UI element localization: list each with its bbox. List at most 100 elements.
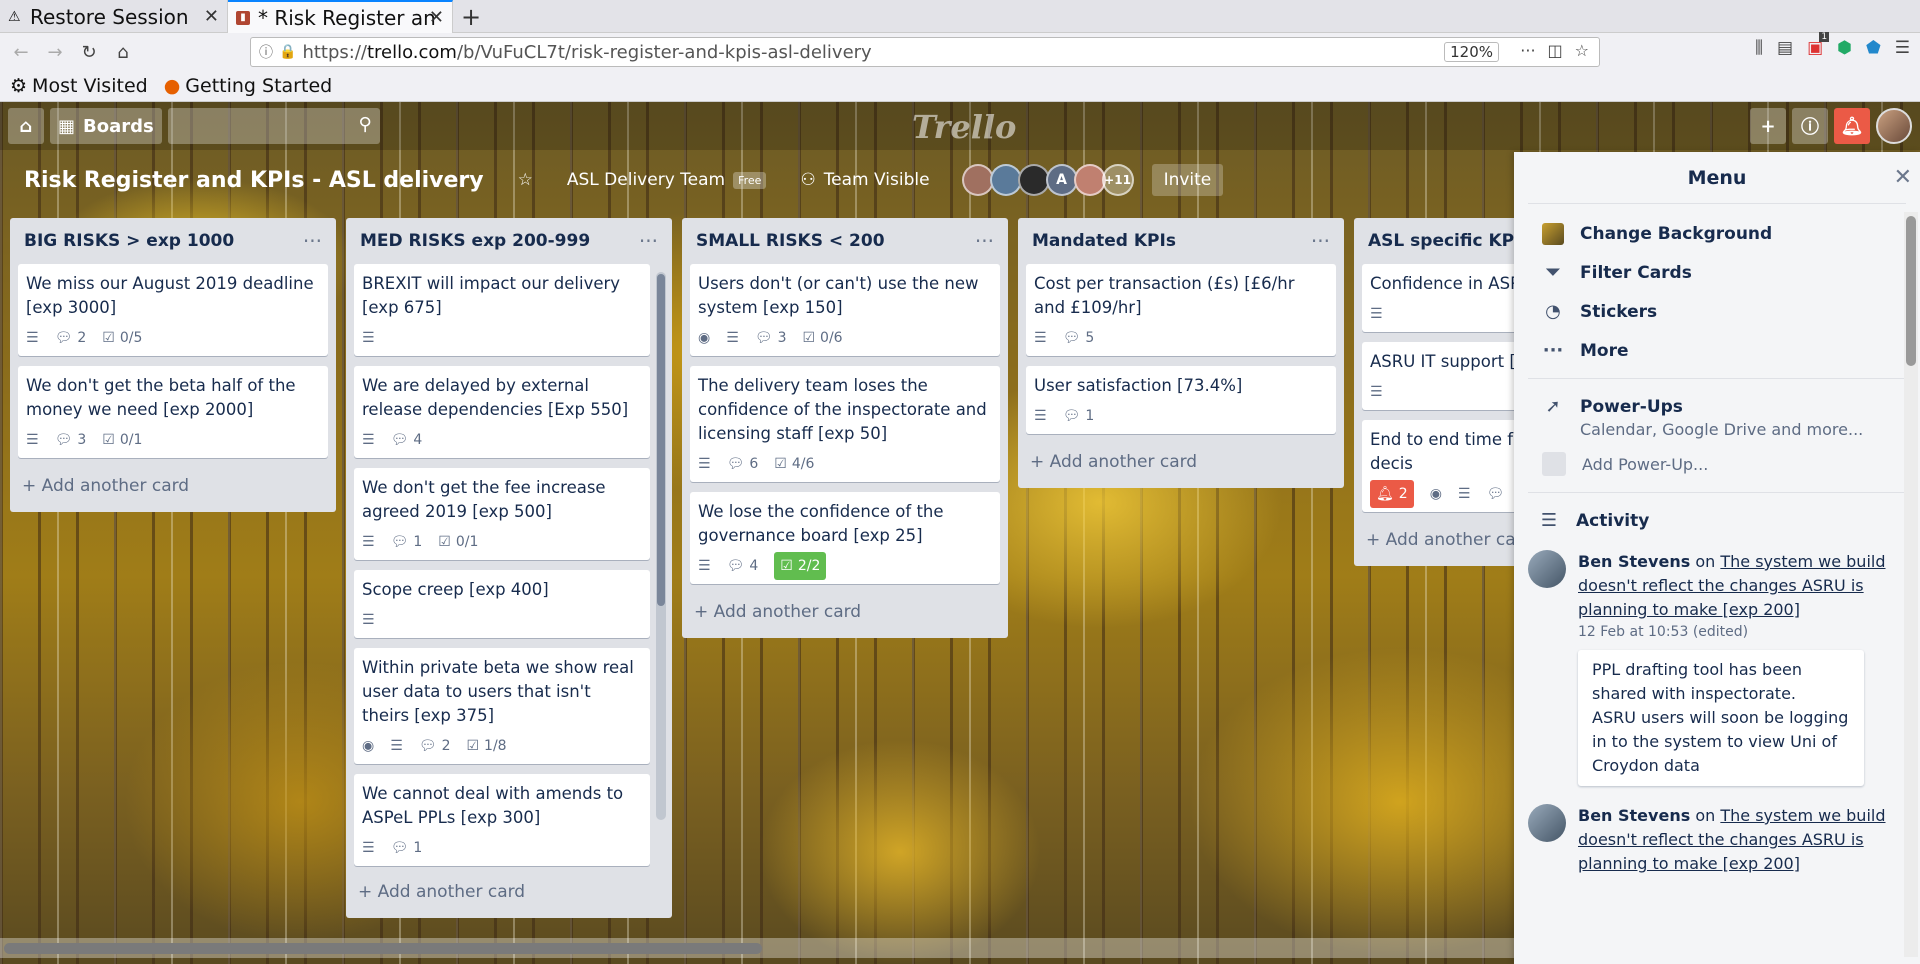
board-title[interactable]: Risk Register and KPIs - ASL delivery [12, 162, 496, 199]
extension-icon[interactable]: ▣ 1 [1807, 32, 1830, 58]
menu-more[interactable]: ··· More [1514, 331, 1920, 370]
list-menu-icon[interactable]: ··· [1311, 229, 1330, 253]
library-icon[interactable]: ⫼ [1755, 38, 1763, 58]
menu-scrollbar[interactable] [1904, 212, 1918, 957]
list-title[interactable]: BIG RISKS > exp 1000 [24, 231, 234, 251]
list-title[interactable]: ASL specific KPIs [1368, 231, 1531, 251]
zoom-indicator[interactable]: 120% [1444, 42, 1499, 62]
avatar[interactable] [1528, 804, 1566, 842]
menu-change-background[interactable]: Change Background [1514, 214, 1920, 253]
close-tab-icon[interactable]: ✕ [429, 7, 444, 28]
reload-button[interactable]: ↻ [74, 37, 104, 67]
card[interactable]: We don't get the beta half of the money … [18, 366, 328, 458]
boards-label: Boards [83, 115, 154, 137]
add-card-button[interactable]: + Add another card [18, 468, 328, 504]
avatar[interactable] [961, 164, 994, 196]
activity-header: ☰ Activity [1514, 501, 1920, 540]
add-card-label: Add another card [377, 882, 526, 902]
card[interactable]: We cannot deal with amends to ASPeL PPLs… [354, 774, 650, 866]
visibility-button[interactable]: ⚇ Team Visible [788, 164, 941, 196]
new-tab-button[interactable]: + [453, 0, 489, 33]
tab-risk-register[interactable]: ▮ * Risk Register an ✕ [228, 0, 453, 33]
star-button[interactable]: ☆ [506, 164, 545, 196]
list-menu-icon[interactable]: ··· [303, 229, 322, 253]
comment-count: 2 [77, 330, 87, 346]
bookmark-getting-started[interactable]: ● Getting Started [164, 75, 333, 97]
list-title[interactable]: MED RISKS exp 200-999 [360, 231, 590, 251]
avatar[interactable] [1876, 108, 1912, 144]
boards-icon: ▦ [58, 115, 76, 137]
avatar[interactable] [1017, 164, 1050, 196]
comments-badge: 💬︎ 4 [391, 428, 423, 452]
forward-button[interactable]: → [40, 37, 70, 67]
checklist-count: 0/6 [820, 330, 843, 346]
notifications-button[interactable]: 🔔︎ [1834, 108, 1870, 144]
extension-3-icon[interactable]: ⬟ [1866, 38, 1881, 58]
scrollbar-thumb[interactable] [657, 274, 665, 606]
url-bar[interactable]: ⓘ 🔒 https://trello.com/b/VuFuCL7t/risk-r… [250, 37, 1600, 67]
more-members[interactable]: +11 [1101, 164, 1134, 196]
description-icon: ☰ [362, 330, 375, 346]
list-cards: BREXIT will impact our delivery [exp 675… [354, 264, 650, 874]
avatar[interactable] [989, 164, 1022, 196]
list-menu-icon[interactable]: ··· [975, 229, 994, 253]
add-card-button[interactable]: + Add another card [690, 594, 1000, 630]
list-scrollbar[interactable] [656, 272, 666, 820]
description-icon: ☰ [726, 330, 739, 346]
scrollbar-thumb[interactable] [4, 943, 762, 954]
card[interactable]: We lose the confidence of the governance… [690, 492, 1000, 584]
menu-filter-cards[interactable]: ⏷ Filter Cards [1514, 253, 1920, 292]
team-button[interactable]: ASL Delivery Team Free [555, 164, 779, 196]
close-tab-icon[interactable]: ✕ [204, 6, 219, 27]
add-card-button[interactable]: + Add another card [354, 874, 650, 910]
card[interactable]: We miss our August 2019 deadline [exp 30… [18, 264, 328, 356]
board-horizontal-scrollbar[interactable] [0, 938, 1514, 958]
info-icon[interactable]: ⓘ [259, 42, 273, 62]
avatar[interactable] [1528, 550, 1566, 588]
card[interactable]: User satisfaction [73.4%] ☰ 💬︎ 1 [1026, 366, 1336, 434]
sidebar-icon[interactable]: ▤ [1777, 38, 1793, 58]
add-card-label: Add another card [41, 476, 190, 496]
browser-chrome: ⚠ Restore Session ✕ ▮ * Risk Register an… [0, 0, 1920, 102]
activity-user[interactable]: Ben Stevens [1578, 806, 1690, 825]
trello-logo[interactable]: Trello [912, 108, 1016, 146]
tab-restore-session[interactable]: ⚠ Restore Session ✕ [0, 0, 228, 33]
home-button[interactable]: ⌂ [8, 108, 44, 144]
checklist-count: 0/1 [119, 432, 143, 448]
card[interactable]: Cost per transaction (£s) [£6/hr and £10… [1026, 264, 1336, 356]
extension-2-icon[interactable]: ⬢ [1837, 38, 1852, 58]
avatar[interactable]: A [1045, 164, 1078, 196]
invite-button[interactable]: Invite [1151, 164, 1224, 196]
boards-button[interactable]: ▦ Boards [50, 108, 162, 144]
list-title[interactable]: SMALL RISKS < 200 [696, 231, 885, 251]
scrollbar-thumb[interactable] [1906, 216, 1916, 366]
hamburger-menu-icon[interactable]: ☰ [1895, 38, 1910, 58]
menu-stickers[interactable]: ◔ Stickers [1514, 292, 1920, 331]
create-button[interactable]: + [1750, 108, 1786, 144]
card[interactable]: We are delayed by external release depen… [354, 366, 650, 458]
bookmark-most-visited[interactable]: ⚙ Most Visited [10, 75, 148, 97]
add-card-button[interactable]: + Add another card [1026, 444, 1336, 480]
back-button[interactable]: ← [6, 37, 36, 67]
activity-user[interactable]: Ben Stevens [1578, 552, 1690, 571]
card[interactable]: BREXIT will impact our delivery [exp 675… [354, 264, 650, 356]
home-button[interactable]: ⌂ [108, 37, 138, 67]
close-icon[interactable]: ✕ [1894, 165, 1912, 190]
add-power-up-label: Add Power-Up... [1582, 454, 1709, 474]
add-power-up-button[interactable]: Add Power-Up... [1514, 444, 1920, 484]
card[interactable]: We don't get the fee increase agreed 201… [354, 468, 650, 560]
info-button[interactable]: ⓘ [1792, 108, 1828, 144]
bookmark-star-icon[interactable]: ☆ [1575, 41, 1589, 60]
card[interactable]: Within private beta we show real user da… [354, 648, 650, 764]
page-actions-icon[interactable]: ··· [1520, 41, 1535, 60]
pocket-icon[interactable]: ◫ [1548, 41, 1563, 60]
search-input[interactable]: ⚲ [167, 108, 380, 144]
activity-time[interactable]: 12 Feb at 10:53 (edited) [1578, 624, 1906, 640]
avatar[interactable] [1073, 164, 1106, 196]
card[interactable]: Scope creep [exp 400] ☰ [354, 570, 650, 638]
list-menu-icon[interactable]: ··· [639, 229, 658, 253]
list-title[interactable]: Mandated KPIs [1032, 231, 1176, 251]
description-icon: ☰ [26, 432, 39, 448]
card[interactable]: The delivery team loses the confidence o… [690, 366, 1000, 482]
card[interactable]: Users don't (or can't) use the new syste… [690, 264, 1000, 356]
